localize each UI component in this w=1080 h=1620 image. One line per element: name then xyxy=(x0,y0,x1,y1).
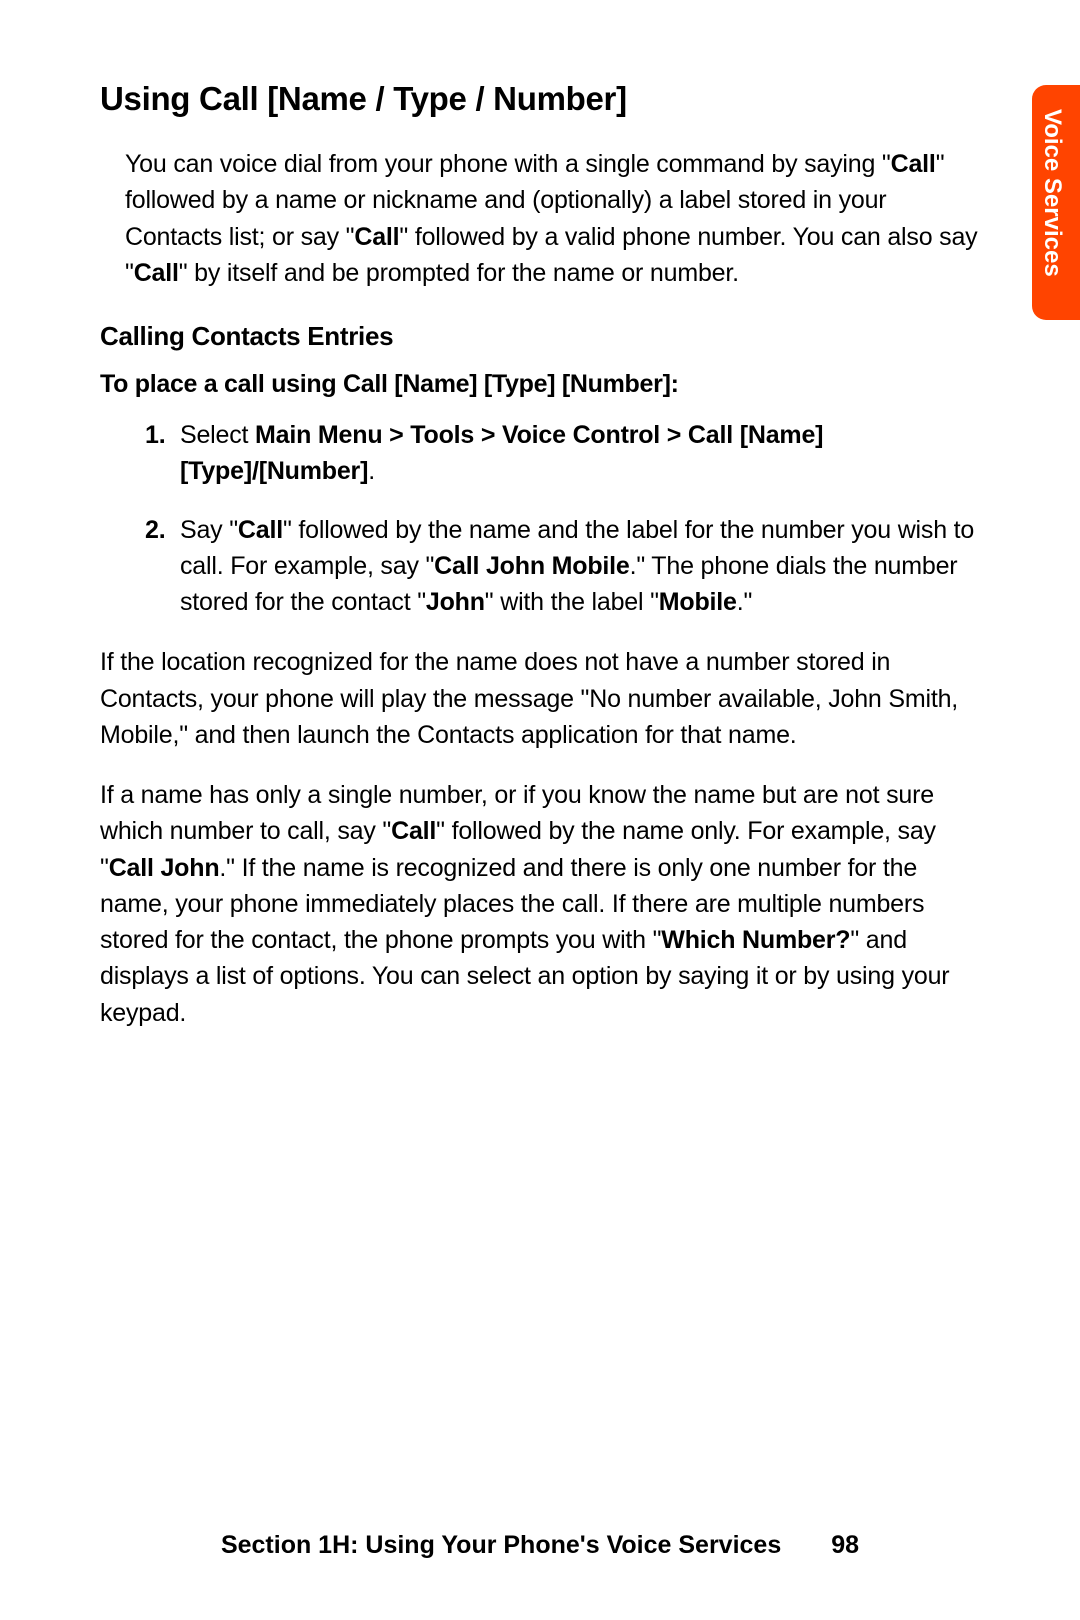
step-text: . xyxy=(368,457,375,485)
page-title: Using Call [Name / Type / Number] xyxy=(100,80,980,118)
step-text: Say " xyxy=(180,516,238,544)
steps-list: 1. Select Main Menu > Tools > Voice Cont… xyxy=(145,417,980,620)
page-number: 98 xyxy=(831,1531,859,1560)
footer-section-label: Section 1H: Using Your Phone's Voice Ser… xyxy=(221,1531,781,1559)
intro-bold: Call xyxy=(134,259,179,287)
para-bold: Call John xyxy=(109,854,220,882)
instruction-line: To place a call using Call [Name] [Type]… xyxy=(100,370,980,399)
step-bold: Mobile xyxy=(659,588,737,616)
step-number: 1. xyxy=(145,417,165,453)
body-paragraph: If a name has only a single number, or i… xyxy=(100,777,980,1031)
step-text: ." xyxy=(737,588,752,616)
intro-bold: Call xyxy=(891,150,936,178)
step-bold: John xyxy=(426,588,485,616)
para-bold: Call xyxy=(391,817,436,845)
step-item: 1. Select Main Menu > Tools > Voice Cont… xyxy=(145,417,980,490)
intro-paragraph: You can voice dial from your phone with … xyxy=(125,146,980,291)
step-number: 2. xyxy=(145,512,165,548)
para-bold: Which Number? xyxy=(661,926,850,954)
step-item: 2. Say "Call" followed by the name and t… xyxy=(145,512,980,621)
step-bold: Call xyxy=(238,516,283,544)
page-content: Using Call [Name / Type / Number] You ca… xyxy=(0,0,1080,1115)
step-bold: Call John Mobile xyxy=(434,552,629,580)
intro-text: You can voice dial from your phone with … xyxy=(125,150,891,178)
step-bold: Main Menu > Tools > Voice Control > Call… xyxy=(180,421,823,485)
page-footer: Section 1H: Using Your Phone's Voice Ser… xyxy=(0,1531,1080,1560)
step-text: Select xyxy=(180,421,255,449)
intro-bold: Call xyxy=(354,223,399,251)
body-paragraph: If the location recognized for the name … xyxy=(100,644,980,753)
intro-text: " by itself and be prompted for the name… xyxy=(179,259,739,287)
subheading: Calling Contacts Entries xyxy=(100,321,980,352)
step-text: " with the label " xyxy=(485,588,659,616)
